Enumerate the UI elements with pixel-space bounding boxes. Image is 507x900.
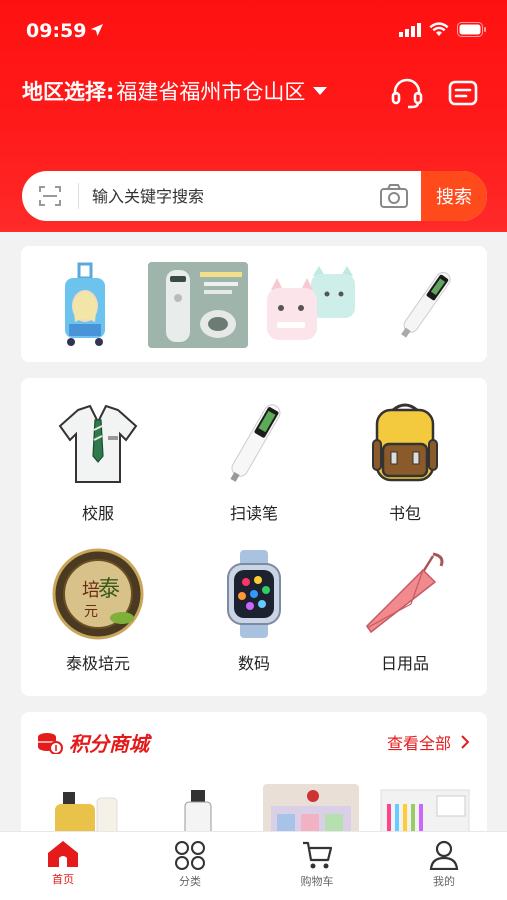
tab-home[interactable]: 首页 (13, 840, 113, 887)
banner-item[interactable] (261, 262, 361, 348)
cart-icon (303, 841, 333, 869)
location-arrow-icon (91, 24, 103, 36)
category-grid: 校服 扫读笔 书包 培 泰 元 泰极培元 数码 日用品 (21, 378, 487, 696)
gadget-ad-image (148, 262, 248, 348)
banner-item[interactable] (148, 262, 248, 348)
category-item-taiji[interactable]: 培 泰 元 泰极培元 (28, 546, 168, 674)
profile-icon (429, 840, 459, 870)
message-icon[interactable] (446, 76, 480, 110)
search-button[interactable]: 搜索 (421, 171, 487, 221)
banner-item[interactable] (374, 262, 474, 348)
search-bar: 搜索 (22, 171, 487, 221)
points-mall-header: 积分商城 (37, 728, 149, 757)
category-label: 日用品 (380, 654, 429, 673)
luggage-image (35, 262, 135, 348)
svg-text:泰: 泰 (98, 577, 120, 602)
banner-item[interactable] (35, 262, 135, 348)
tab-label: 分类 (179, 875, 201, 888)
status-time: 09:59 (26, 20, 87, 42)
category-item-digital[interactable]: 数码 (184, 546, 324, 674)
home-icon (48, 841, 78, 867)
tab-label: 购物车 (300, 875, 334, 888)
status-bar: 09:59 (0, 0, 507, 60)
camera-icon[interactable] (379, 183, 409, 209)
banner-strip (21, 246, 487, 362)
points-mall-title: 积分商城 (69, 732, 149, 756)
tab-label: 我的 (433, 875, 455, 888)
tab-cart[interactable]: 购物车 (267, 840, 367, 889)
region-label: 地区选择: (22, 80, 115, 104)
chevron-right-icon (461, 735, 469, 749)
tab-profile[interactable]: 我的 (394, 840, 494, 889)
header: 09:59 地区选择: 福建省福州市仓山区 输入关键字搜索 搜索 (0, 0, 507, 232)
svg-text:元: 元 (84, 604, 98, 620)
tab-category[interactable]: 分类 (140, 840, 240, 889)
category-label: 泰极培元 (65, 654, 130, 673)
category-item-daily[interactable]: 日用品 (335, 546, 475, 674)
category-label: 扫读笔 (229, 504, 278, 523)
battery-icon (457, 22, 486, 37)
view-all-label: 查看全部 (386, 734, 451, 753)
bottom-tab-bar: 首页 分类 购物车 我的 (0, 831, 507, 900)
signal-icon (399, 22, 421, 37)
scan-icon[interactable] (38, 184, 62, 208)
category-label: 数码 (237, 654, 270, 673)
region-value: 福建省福州市仓山区 (116, 80, 306, 104)
scan-pen-banner-image (374, 262, 474, 348)
wifi-icon (429, 22, 449, 36)
view-all-link[interactable]: 查看全部 (387, 730, 469, 754)
search-divider (78, 183, 79, 209)
caret-down-icon (313, 87, 328, 95)
coins-icon (38, 732, 63, 754)
cat-printer-image (261, 262, 361, 348)
region-selector[interactable]: 地区选择: 福建省福州市仓山区 (22, 76, 328, 106)
category-item-backpack[interactable]: 书包 (335, 396, 475, 524)
category-item-uniform[interactable]: 校服 (28, 396, 168, 524)
category-label: 校服 (81, 504, 114, 523)
tab-label: 首页 (52, 873, 74, 886)
smartwatch-icon (206, 546, 302, 642)
shirt-icon (50, 396, 146, 492)
category-icon (175, 841, 205, 870)
headset-icon[interactable] (390, 76, 424, 110)
taiji-badge-icon: 培 泰 元 (50, 546, 146, 642)
umbrella-icon (357, 546, 453, 642)
category-label: 书包 (388, 504, 421, 523)
scan-pen-icon (206, 396, 302, 492)
category-item-scan-pen[interactable]: 扫读笔 (184, 396, 324, 524)
status-icons (399, 22, 487, 37)
backpack-icon (357, 396, 453, 492)
search-input[interactable] (92, 171, 372, 221)
